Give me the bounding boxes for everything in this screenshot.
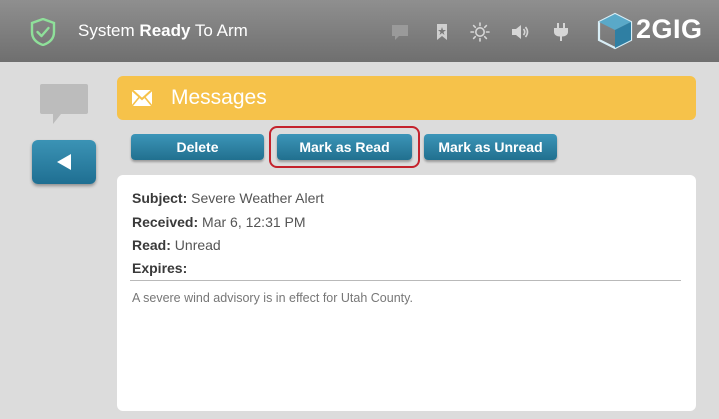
message-panel: Subject: Severe Weather Alert Received: … (117, 175, 696, 411)
power-plug-icon[interactable] (551, 22, 571, 42)
delete-button[interactable]: Delete (131, 134, 264, 160)
brightness-icon[interactable] (470, 22, 490, 42)
read-row: Read: Unread (132, 237, 221, 253)
expires-label: Expires: (132, 260, 188, 276)
subject-label: Subject: (132, 190, 188, 206)
chat-bubble-icon[interactable] (390, 22, 410, 42)
received-value: Mar 6, 12:31 PM (202, 214, 306, 230)
mark-as-unread-button[interactable]: Mark as Unread (424, 134, 557, 160)
bookmark-icon[interactable] (432, 22, 452, 42)
status-suffix: To Arm (194, 21, 248, 40)
status-bold: Ready (139, 21, 191, 40)
back-button[interactable] (32, 140, 96, 184)
status-bar: System Ready To Arm 2GIG (0, 0, 719, 62)
read-value: Unread (174, 237, 221, 253)
read-label: Read: (132, 237, 171, 253)
messages-side-icon[interactable] (39, 82, 89, 128)
cube-logo-icon (597, 12, 633, 50)
volume-icon[interactable] (510, 22, 530, 42)
system-status-text: System Ready To Arm (78, 21, 248, 41)
shield-check-icon[interactable] (30, 18, 56, 46)
logo-text: 2GIG (636, 14, 703, 44)
mark-as-read-button[interactable]: Mark as Read (277, 134, 412, 160)
messages-header: Messages (117, 76, 696, 120)
divider (130, 280, 681, 281)
message-body: A severe wind advisory is in effect for … (132, 291, 413, 305)
subject-value: Severe Weather Alert (191, 190, 324, 206)
subject-row: Subject: Severe Weather Alert (132, 190, 324, 206)
page-title: Messages (171, 86, 267, 109)
envelope-icon (131, 89, 153, 107)
brand-logo: 2GIG (596, 10, 711, 52)
received-label: Received: (132, 214, 199, 230)
status-prefix: System (78, 21, 135, 40)
expires-row: Expires: (132, 260, 187, 276)
received-row: Received: Mar 6, 12:31 PM (132, 214, 306, 230)
back-arrow-icon (57, 154, 71, 170)
